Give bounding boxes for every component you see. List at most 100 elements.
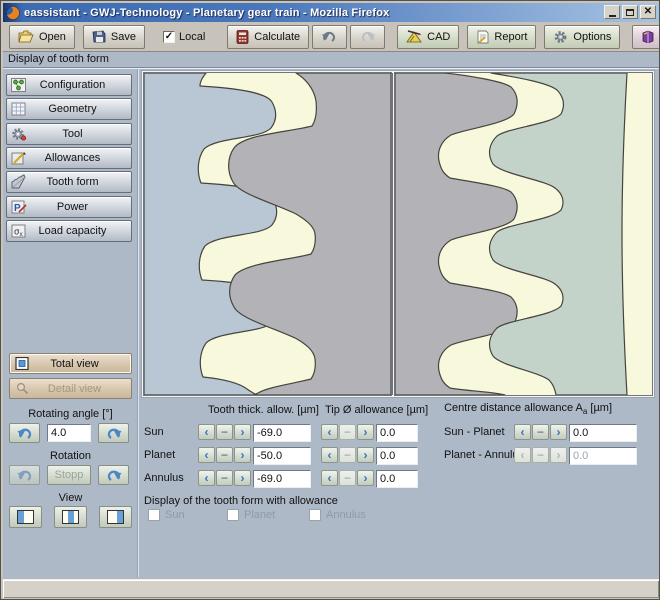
rotation-cw-button[interactable] xyxy=(98,465,129,485)
sun-tooth-thick-increase-button[interactable]: › xyxy=(234,424,251,440)
annulus-tooth-thick-increase-button[interactable]: › xyxy=(234,470,251,486)
local-checkbox[interactable]: ✓ xyxy=(163,31,175,43)
sun-tip-input[interactable] xyxy=(376,424,418,442)
sun-planet-mesh-view[interactable] xyxy=(144,73,391,395)
status-bar xyxy=(3,579,659,598)
help-button[interactable]: Help xyxy=(632,25,660,49)
calculator-icon xyxy=(236,30,249,44)
local-checkbox-group[interactable]: ✓ Local xyxy=(163,31,205,43)
planet-tooth-thick-input[interactable] xyxy=(253,447,311,465)
report-button[interactable]: Report xyxy=(467,25,536,49)
planet-tooth-thick-increase-button[interactable]: › xyxy=(234,447,251,463)
sidebar-item-tooth-form[interactable]: Tooth form xyxy=(6,171,132,193)
sun-tip-decrease-button[interactable]: ‹ xyxy=(321,424,338,440)
load-capacity-icon: σ x xyxy=(10,223,28,239)
redo-button[interactable] xyxy=(350,25,385,49)
cad-label: CAD xyxy=(427,31,450,43)
planet-tooth-thick-reset-button[interactable]: − xyxy=(216,447,233,463)
annulus-checkbox[interactable] xyxy=(309,509,321,521)
sidebar-item-configuration[interactable]: Configuration xyxy=(6,74,132,96)
sun-tooth-thick-reset-button[interactable]: − xyxy=(216,424,233,440)
view-both-button[interactable] xyxy=(54,506,87,528)
rotate-cw-step-button[interactable] xyxy=(98,423,129,443)
sun-checkbox[interactable] xyxy=(148,509,160,521)
view-left-button[interactable] xyxy=(9,506,42,528)
annulus-tip-input[interactable] xyxy=(376,470,418,488)
maximize-button[interactable] xyxy=(622,5,638,19)
row-label-annulus: Annulus xyxy=(144,472,184,484)
row-label-sun-planet: Sun - Planet xyxy=(444,426,505,438)
allowance-checkbox-sun[interactable]: Sun xyxy=(148,509,185,521)
minimize-button[interactable] xyxy=(604,5,620,19)
configuration-icon xyxy=(10,77,28,93)
help-book-icon xyxy=(641,30,655,43)
sun-planet-centre-increase-button[interactable]: › xyxy=(550,424,567,440)
annulus-tip-reset-button[interactable]: − xyxy=(339,470,356,486)
sidebar-item-tool[interactable]: Tool xyxy=(6,123,132,145)
sidebar-item-label: Tooth form xyxy=(28,176,131,188)
header-divider xyxy=(3,67,659,69)
calculate-button[interactable]: Calculate xyxy=(227,25,309,49)
open-label: Open xyxy=(39,31,66,43)
minimize-icon xyxy=(609,15,616,17)
sun-tip-increase-button[interactable]: › xyxy=(357,424,374,440)
rotating-angle-label: Rotating angle [°] xyxy=(9,408,132,420)
detail-view-button[interactable]: Detail view xyxy=(9,378,132,399)
rotation-ccw-button[interactable] xyxy=(9,465,40,485)
planet-annulus-mesh-view[interactable] xyxy=(395,73,652,395)
redo-icon xyxy=(359,30,376,43)
minus-icon: − xyxy=(537,449,544,461)
annulus-tooth-thick-reset-button[interactable]: − xyxy=(216,470,233,486)
total-view-label: Total view xyxy=(30,358,131,370)
sun-tooth-thick-input[interactable] xyxy=(253,424,311,442)
minus-icon: − xyxy=(344,472,351,484)
annulus-tooth-thick-input[interactable] xyxy=(253,470,311,488)
sidebar-item-power[interactable]: P Power xyxy=(6,196,132,218)
options-button[interactable]: Options xyxy=(544,25,620,49)
open-button[interactable]: Open xyxy=(9,25,75,49)
rotating-angle-input[interactable] xyxy=(47,424,91,442)
planet-annulus-centre-increase-button[interactable]: › xyxy=(550,447,567,463)
save-button[interactable]: Save xyxy=(83,25,145,49)
close-button[interactable]: ✕ xyxy=(640,5,656,19)
planet-annulus-centre-reset-button[interactable]: − xyxy=(532,447,549,463)
planet-tip-reset-button[interactable]: − xyxy=(339,447,356,463)
sun-tooth-thick-decrease-button[interactable]: ‹ xyxy=(198,424,215,440)
sidebar-item-allowances[interactable]: Allowances xyxy=(6,147,132,169)
chevron-left-icon: ‹ xyxy=(521,449,525,461)
cad-button[interactable]: CAD xyxy=(397,25,459,49)
planet-tip-input[interactable] xyxy=(376,447,418,465)
sun-planet-centre-input[interactable] xyxy=(569,424,637,442)
rotate-ccw-step-button[interactable] xyxy=(9,423,40,443)
sidebar-item-label: Configuration xyxy=(28,79,131,91)
check-icon: ✓ xyxy=(165,32,173,42)
chevron-left-icon: ‹ xyxy=(328,449,332,461)
sidebar-divider xyxy=(137,69,139,577)
report-label: Report xyxy=(494,31,527,43)
planet-tooth-thick-decrease-button[interactable]: ‹ xyxy=(198,447,215,463)
sun-planet-centre-reset-button[interactable]: − xyxy=(532,424,549,440)
annulus-tooth-thick-decrease-button[interactable]: ‹ xyxy=(198,470,215,486)
sun-planet-centre-decrease-button[interactable]: ‹ xyxy=(514,424,531,440)
allowance-checkbox-annulus[interactable]: Annulus xyxy=(309,509,366,521)
annulus-tip-decrease-button[interactable]: ‹ xyxy=(321,470,338,486)
allowance-checkbox-planet[interactable]: Planet xyxy=(227,509,275,521)
chevron-right-icon: › xyxy=(364,449,368,461)
view-right-button[interactable] xyxy=(99,506,132,528)
planet-checkbox[interactable] xyxy=(227,509,239,521)
planet-annulus-centre-decrease-button[interactable]: ‹ xyxy=(514,447,531,463)
planet-tip-increase-button[interactable]: › xyxy=(357,447,374,463)
total-view-button[interactable]: Total view xyxy=(9,353,132,374)
sidebar-item-load-capacity[interactable]: σ x Load capacity xyxy=(6,220,132,242)
chevron-right-icon: › xyxy=(364,426,368,438)
sun-tip-reset-button[interactable]: − xyxy=(339,424,356,440)
sidebar-item-geometry[interactable]: Geometry xyxy=(6,98,132,120)
planet-tip-decrease-button[interactable]: ‹ xyxy=(321,447,338,463)
annulus-tip-increase-button[interactable]: › xyxy=(357,470,374,486)
chevron-right-icon: › xyxy=(364,472,368,484)
undo-button[interactable] xyxy=(312,25,347,49)
save-floppy-icon xyxy=(92,30,106,43)
planet-annulus-centre-input[interactable] xyxy=(569,447,637,465)
centre-header-text: Centre distance allowance A xyxy=(444,402,583,414)
rotation-stop-button[interactable]: Stopp xyxy=(47,465,91,485)
